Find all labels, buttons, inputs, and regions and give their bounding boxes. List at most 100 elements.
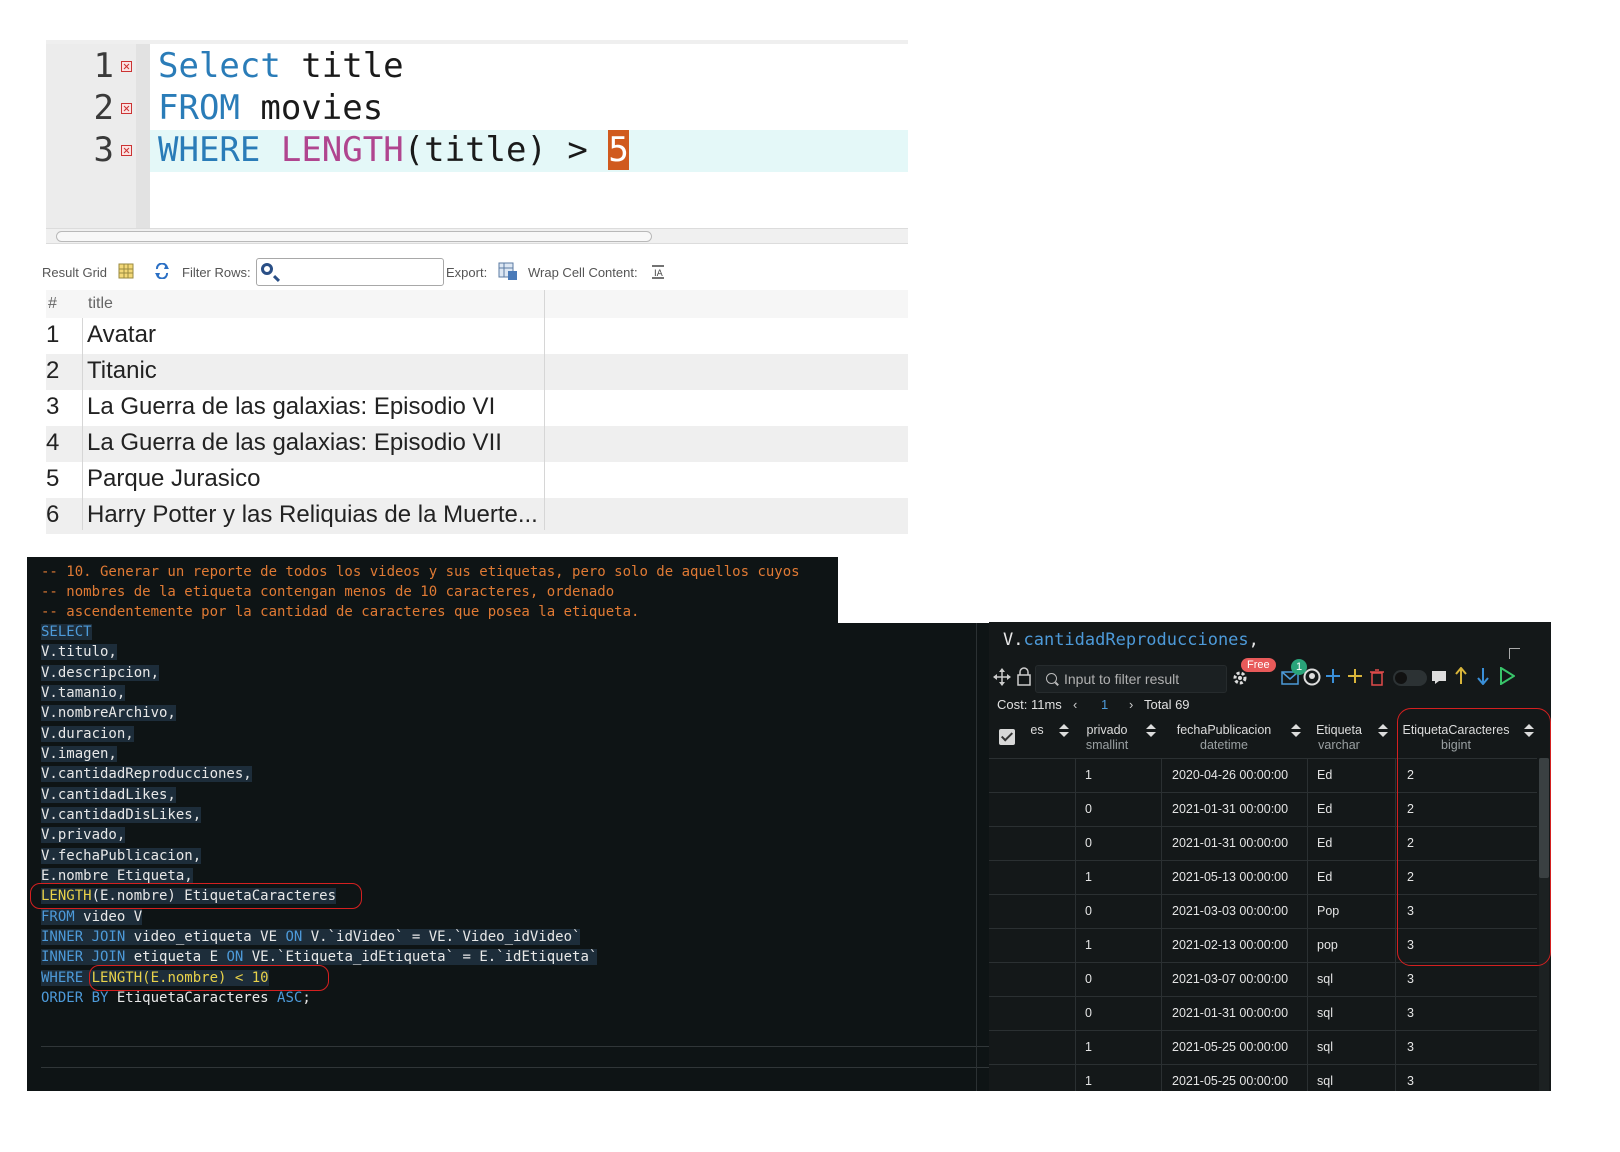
- cell[interactable]: 2020-04-26 00:00:00: [1172, 768, 1288, 782]
- cell[interactable]: 1: [1085, 1040, 1092, 1054]
- column-header[interactable]: es: [1027, 723, 1047, 738]
- cell[interactable]: Ed: [1317, 768, 1332, 782]
- cell-title[interactable]: Harry Potter y las Reliquias de la Muert…: [87, 501, 538, 529]
- table-row[interactable]: 0 2021-01-31 00:00:00 sql 3: [989, 996, 1537, 1031]
- error-marker-icon[interactable]: [121, 145, 132, 156]
- table-row[interactable]: 6 Harry Potter y las Reliquias de la Muer…: [46, 498, 908, 534]
- column-header-index[interactable]: #: [48, 295, 57, 313]
- cell[interactable]: 3: [1407, 1040, 1414, 1054]
- arrow-down-icon[interactable]: [1477, 667, 1489, 685]
- column-header-privado[interactable]: privado smallint: [1081, 723, 1133, 753]
- cell[interactable]: 1: [1085, 768, 1092, 782]
- move-icon[interactable]: [993, 668, 1011, 686]
- comment-icon[interactable]: [1431, 669, 1447, 685]
- error-marker-icon[interactable]: [121, 103, 132, 114]
- table-row[interactable]: 1 2021-05-25 00:00:00 sql 3: [989, 1064, 1537, 1098]
- select-all-checkbox[interactable]: [999, 729, 1015, 745]
- error-marker-icon[interactable]: [121, 61, 132, 72]
- query-editor[interactable]: 1 Select title 2 FROM movies 3 WHERE LEN…: [46, 44, 908, 238]
- table-row[interactable]: 1 Avatar: [46, 318, 908, 354]
- cell[interactable]: 0: [1085, 1006, 1092, 1020]
- column-line: V.titulo,: [41, 644, 117, 660]
- cell[interactable]: 2021-01-31 00:00:00: [1172, 836, 1288, 850]
- cell[interactable]: 2021-05-25 00:00:00: [1172, 1040, 1288, 1054]
- add-icon[interactable]: [1347, 668, 1363, 684]
- cell[interactable]: 0: [1085, 802, 1092, 816]
- cell[interactable]: 2021-01-31 00:00:00: [1172, 802, 1288, 816]
- add-row-icon[interactable]: [1325, 668, 1341, 684]
- total-count: Total 69: [1144, 697, 1190, 712]
- cell[interactable]: pop: [1317, 938, 1338, 952]
- column-line: V.privado,: [41, 827, 126, 843]
- fold-gutter: [136, 44, 150, 238]
- scrollbar-thumb[interactable]: [56, 231, 652, 242]
- wrap-text-icon[interactable]: IA: [650, 263, 666, 279]
- cell[interactable]: 3: [1407, 1006, 1414, 1020]
- filter-rows-input[interactable]: [256, 258, 444, 286]
- table-row[interactable]: 4 La Guerra de las galaxias: Episodio VII: [46, 426, 908, 462]
- table-row[interactable]: 3 La Guerra de las galaxias: Episodio VI: [46, 390, 908, 426]
- cell-title[interactable]: Avatar: [87, 321, 156, 349]
- cell[interactable]: 3: [1407, 972, 1414, 986]
- grid-icon[interactable]: [118, 263, 134, 279]
- cell[interactable]: 2021-02-13 00:00:00: [1172, 938, 1288, 952]
- cell[interactable]: sql: [1317, 1040, 1333, 1054]
- row-index: 1: [46, 321, 60, 348]
- join-line: INNER JOIN video_etiqueta VE ON V.`idVid…: [41, 929, 581, 945]
- cell[interactable]: sql: [1317, 1006, 1333, 1020]
- cell[interactable]: 0: [1085, 836, 1092, 850]
- toggle-switch[interactable]: [1393, 670, 1427, 686]
- table-row[interactable]: 2 Titanic: [46, 354, 908, 390]
- page-number[interactable]: 1: [1101, 697, 1108, 712]
- trash-icon[interactable]: [1369, 668, 1385, 686]
- order-line: ORDER BY EtiquetaCaracteres ASC;: [41, 990, 311, 1006]
- cell[interactable]: Ed: [1317, 870, 1332, 884]
- cell-title[interactable]: La Guerra de las galaxias: Episodio VI: [87, 393, 495, 421]
- keyword: FROM: [158, 88, 240, 128]
- cell[interactable]: Ed: [1317, 836, 1332, 850]
- cell[interactable]: sql: [1317, 972, 1333, 986]
- cell[interactable]: 2021-05-13 00:00:00: [1172, 870, 1288, 884]
- arrow-up-icon[interactable]: [1455, 667, 1467, 685]
- cell[interactable]: 0: [1085, 904, 1092, 918]
- cell[interactable]: 2021-01-31 00:00:00: [1172, 1006, 1288, 1020]
- pane-splitter[interactable]: [976, 623, 977, 1091]
- row-index: 6: [46, 501, 60, 528]
- lock-icon[interactable]: [1016, 667, 1032, 687]
- background-gap: [838, 557, 1553, 623]
- table-row[interactable]: 5 Parque Jurasico: [46, 462, 908, 498]
- cell[interactable]: 1: [1085, 1074, 1092, 1088]
- table-row[interactable]: 0 2021-03-07 00:00:00 sql 3: [989, 962, 1537, 997]
- line-number: 2: [93, 88, 114, 128]
- cell-title[interactable]: La Guerra de las galaxias: Episodio VII: [87, 429, 502, 457]
- run-icon[interactable]: [1499, 667, 1515, 685]
- result-grid-label[interactable]: Result Grid: [42, 265, 107, 280]
- column-header-title[interactable]: title: [88, 295, 113, 313]
- cell[interactable]: sql: [1317, 1074, 1333, 1088]
- column-header-fechapublicacion[interactable]: fechaPublicacion datetime: [1167, 723, 1281, 753]
- cell[interactable]: 2021-05-25 00:00:00: [1172, 1074, 1288, 1088]
- refresh-filter-icon[interactable]: [154, 263, 170, 279]
- cell[interactable]: 2021-03-07 00:00:00: [1172, 972, 1288, 986]
- table-row[interactable]: 1 2021-05-25 00:00:00 sql 3: [989, 1030, 1537, 1065]
- horizontal-scrollbar[interactable]: [46, 228, 908, 244]
- column-divider: [1395, 758, 1396, 1091]
- code-text: movies: [239, 88, 384, 128]
- cell-title[interactable]: Titanic: [87, 357, 157, 385]
- cell[interactable]: 0: [1085, 972, 1092, 986]
- next-page-icon[interactable]: ›: [1129, 697, 1133, 712]
- cell-title[interactable]: Parque Jurasico: [87, 465, 260, 493]
- column-header-etiqueta[interactable]: Etiqueta varchar: [1311, 723, 1367, 753]
- prev-page-icon[interactable]: ‹: [1073, 697, 1077, 712]
- row-index: 3: [46, 393, 60, 420]
- cell[interactable]: 1: [1085, 938, 1092, 952]
- cell[interactable]: Pop: [1317, 904, 1339, 918]
- github-icon[interactable]: [1303, 668, 1321, 686]
- filter-result-input[interactable]: Input to filter result: [1035, 665, 1227, 693]
- resize-handle-icon[interactable]: [1509, 648, 1520, 659]
- cell[interactable]: 3: [1407, 1074, 1414, 1088]
- cell[interactable]: Ed: [1317, 802, 1332, 816]
- cell[interactable]: 2021-03-03 00:00:00: [1172, 904, 1288, 918]
- export-icon[interactable]: [498, 261, 518, 281]
- cell[interactable]: 1: [1085, 870, 1092, 884]
